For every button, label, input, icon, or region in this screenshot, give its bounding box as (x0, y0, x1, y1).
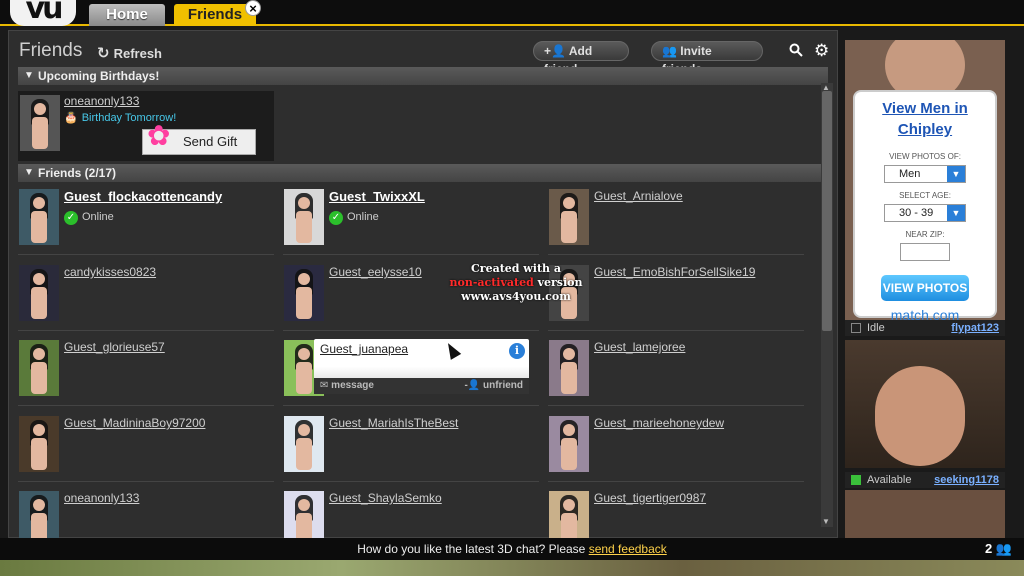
friend-username[interactable]: oneanonly133 (64, 491, 139, 505)
ad-username-link[interactable]: seeking1178 (934, 472, 999, 488)
friend-username[interactable]: Guest_eelysse10 (329, 265, 422, 279)
ad-form: View Men in Chipley VIEW PHOTOS OF: Men ▼… (853, 90, 997, 323)
collapse-triangle-icon: ▼ (24, 167, 34, 178)
collapse-triangle-icon: ▼ (24, 70, 34, 81)
avatar[interactable] (19, 265, 59, 321)
panel-header: Friends ↻Refresh +👤 Add friend 👥 Invite … (9, 31, 837, 76)
hover-card-actions: ✉ message -👤 unfriend (314, 378, 529, 394)
add-user-icon: +👤 (544, 44, 569, 58)
avatar[interactable] (549, 189, 589, 245)
friend-username[interactable]: Guest_Arnialove (594, 189, 683, 203)
friend-list-item[interactable]: Guest_Arnialove (548, 185, 804, 255)
age-select[interactable]: 30 - 39 ▼ (884, 204, 966, 222)
birthdays-section-header[interactable]: ▼ Upcoming Birthdays! (18, 67, 828, 85)
friend-list-item[interactable]: Guest_TwixxXL ✓ Online (283, 185, 539, 255)
ad-username-link[interactable]: flypat123 (951, 320, 999, 336)
friend-username[interactable]: Guest_marieehoneydew (594, 416, 724, 430)
cake-icon: 🎂 (64, 112, 78, 124)
view-photos-select[interactable]: Men ▼ (884, 165, 966, 183)
avatar[interactable] (549, 340, 589, 396)
avatar[interactable] (284, 265, 324, 321)
chevron-down-icon: ▼ (947, 166, 965, 182)
avatar[interactable] (549, 416, 589, 472)
online-check-icon: ✓ (64, 211, 78, 225)
imvu-logo[interactable]: vu (10, 0, 76, 26)
tab-home[interactable]: Home (89, 4, 165, 26)
avatar[interactable] (20, 95, 60, 151)
friend-username[interactable]: Guest_MadininaBoy97200 (64, 416, 205, 430)
tab-friends[interactable]: Friends (174, 4, 256, 26)
friend-username[interactable]: Guest_flockacottencandy (64, 189, 222, 204)
remove-user-icon: -👤 (464, 380, 483, 391)
view-photos-button[interactable]: VIEW PHOTOS (881, 275, 969, 301)
friends-scrollbar[interactable]: ▲ ▼ (821, 83, 833, 527)
status-box-icon (851, 323, 861, 333)
friend-list-item[interactable]: Guest_MadininaBoy97200 (18, 412, 274, 482)
online-status: ✓ Online (329, 211, 379, 225)
refresh-icon: ↻ (97, 45, 110, 62)
avatar[interactable] (19, 340, 59, 396)
online-status: ✓ Online (64, 211, 114, 225)
send-gift-button[interactable]: ✿ Send Gift (142, 122, 256, 155)
friend-username[interactable]: Guest_EmoBishForSellSike19 (594, 265, 755, 279)
top-tab-bar: vu Home Friends × (0, 0, 1024, 26)
hover-card-username[interactable]: Guest_juanapea (320, 342, 408, 356)
ad-title-link[interactable]: View Men in Chipley (855, 98, 995, 140)
friend-list-item[interactable]: Guest_MariahIsTheBest (283, 412, 539, 482)
avatar[interactable] (19, 189, 59, 245)
friend-list-item[interactable]: Guest_glorieuse57 (18, 336, 274, 406)
avatar[interactable] (284, 189, 324, 245)
avatar[interactable] (284, 416, 324, 472)
avatar[interactable] (19, 416, 59, 472)
scrollbar-thumb[interactable] (822, 91, 832, 331)
friend-list-item[interactable]: Guest_flockacottencandy ✓ Online (18, 185, 274, 255)
ad-photo[interactable] (845, 340, 1005, 468)
message-button[interactable]: ✉ message (320, 378, 374, 394)
watermark-text: Created with a non-activated version www… (449, 262, 583, 303)
friends-section-header[interactable]: ▼ Friends (2/17) (18, 164, 828, 182)
friend-list-item[interactable]: candykisses0823 (18, 261, 274, 331)
search-icon[interactable] (789, 43, 803, 61)
friend-username[interactable]: Guest_tigertiger0987 (594, 491, 706, 505)
birthday-item: oneanonly133 🎂 Birthday Tomorrow! ✿ Send G… (18, 91, 274, 161)
online-check-icon: ✓ (329, 211, 343, 225)
desktop-strip (0, 560, 1024, 576)
birthday-username[interactable]: oneanonly133 (64, 94, 139, 108)
users-icon: 👥 (662, 44, 681, 58)
friend-username[interactable]: Guest_ShaylaSemko (329, 491, 442, 505)
friends-panel: Friends ↻Refresh +👤 Add friend 👥 Invite … (8, 30, 838, 557)
friend-username[interactable]: Guest_MariahIsTheBest (329, 416, 458, 430)
page-title: Friends (19, 40, 83, 61)
invite-friends-button[interactable]: 👥 Invite friends (651, 41, 763, 76)
feedback-bar: How do you like the latest 3D chat? Plea… (0, 538, 1024, 560)
chat-count-badge[interactable]: 2 👥 (985, 538, 1012, 560)
gear-icon[interactable]: ⚙ (814, 41, 829, 61)
match-ad[interactable]: View Men in Chipley VIEW PHOTOS OF: Men ▼… (845, 40, 1005, 336)
unfriend-button[interactable]: -👤 unfriend (464, 378, 523, 394)
friend-list-item[interactable]: Guest_lamejoree (548, 336, 804, 406)
envelope-icon: ✉ (320, 380, 332, 391)
friend-username[interactable]: Guest_TwixxXL (329, 189, 425, 204)
ad-user-row: Idle flypat123 (845, 320, 1005, 336)
ad-user-row: Available seeking1178 (845, 472, 1005, 488)
info-icon[interactable]: i (509, 343, 525, 359)
tab-close-icon[interactable]: × (245, 0, 261, 16)
gift-bow-icon: ✿ (147, 120, 171, 151)
scroll-down-arrow-icon[interactable]: ▼ (822, 517, 830, 526)
refresh-button[interactable]: ↻ Refresh (97, 44, 162, 62)
friend-username[interactable]: candykisses0823 (64, 265, 156, 279)
users-icon: 👥 (995, 541, 1012, 556)
add-friend-button[interactable]: +👤 Add friend (533, 41, 629, 76)
friend-username[interactable]: Guest_glorieuse57 (64, 340, 165, 354)
friend-list-item[interactable]: Guest_marieehoneydew (548, 412, 804, 482)
ad-photo[interactable] (845, 490, 1005, 538)
friend-list-item[interactable]: Guest_EmoBishForSellSike19 (548, 261, 804, 331)
friend-username[interactable]: Guest_lamejoree (594, 340, 685, 354)
available-status-icon (851, 475, 861, 485)
chevron-down-icon: ▼ (947, 205, 965, 221)
send-feedback-link[interactable]: send feedback (589, 542, 667, 556)
friend-hover-card[interactable]: Guest_juanapea i ✉ message -👤 unfriend (314, 339, 529, 394)
zip-input[interactable] (900, 243, 950, 261)
